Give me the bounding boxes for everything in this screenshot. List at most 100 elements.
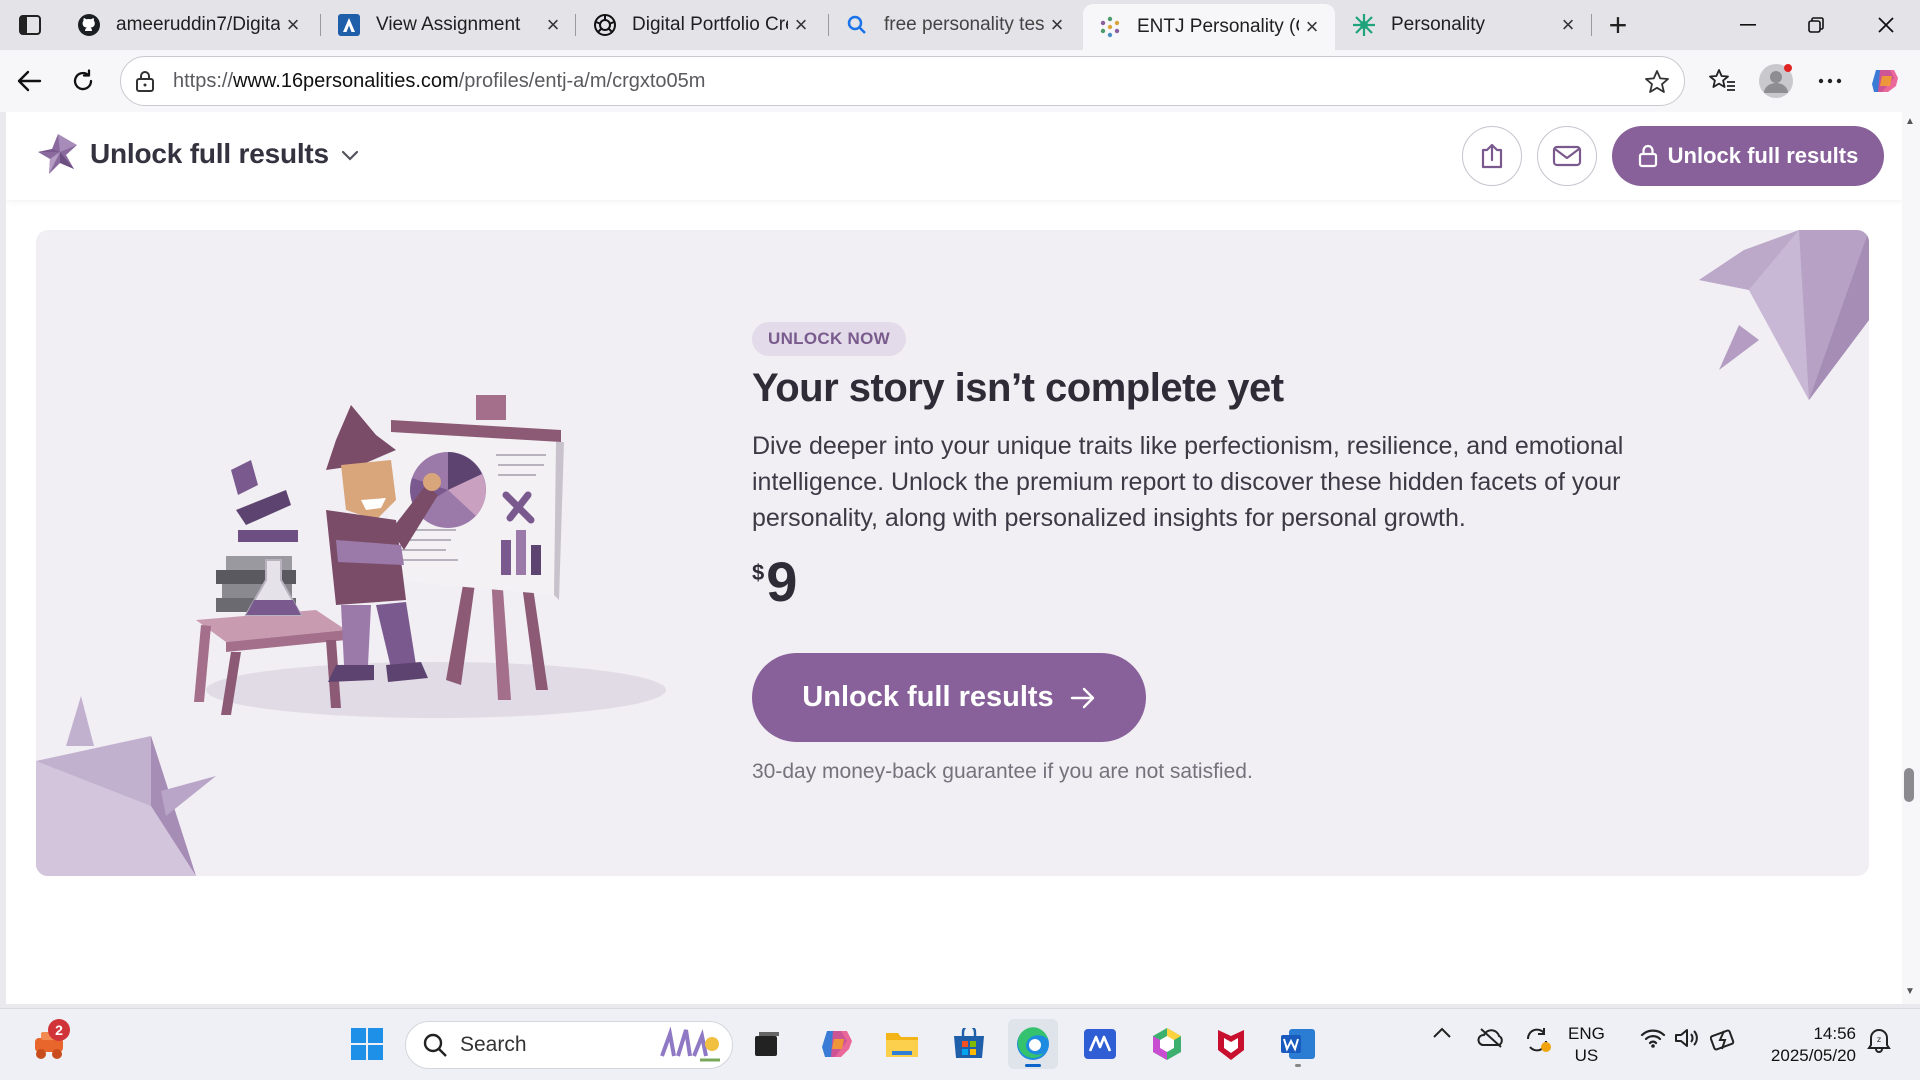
brand-dropdown[interactable]: Unlock full results: [36, 132, 359, 176]
lock-icon: [1638, 144, 1657, 168]
close-icon[interactable]: ×: [280, 12, 306, 38]
share-button[interactable]: [1462, 126, 1522, 186]
brand-label: Unlock full results: [90, 138, 329, 169]
close-window-button[interactable]: [1856, 4, 1916, 46]
tab-view-assignment[interactable]: View Assignment ×: [322, 6, 576, 44]
tab-strip: ameeruddin7/Digital × View Assignment × …: [0, 0, 1920, 50]
chevron-down-icon: [341, 150, 359, 161]
copilot-icon[interactable]: [1866, 62, 1904, 100]
lock-icon[interactable]: [135, 70, 159, 92]
search-placeholder: Search: [460, 1033, 527, 1056]
sync-warning-icon[interactable]: [1524, 1027, 1552, 1053]
start-button[interactable]: [342, 1019, 392, 1069]
tab-entj-personality[interactable]: ENTJ Personality (Co ×: [1083, 4, 1335, 50]
azure-data-studio-icon[interactable]: [1142, 1019, 1192, 1069]
url-text: https://www.16personalities.com/profiles…: [173, 69, 706, 92]
browser-toolbar: https://www.16personalities.com/profiles…: [0, 50, 1920, 112]
tab-chatgpt[interactable]: Digital Portfolio Crea ×: [578, 6, 824, 44]
share-icon: [1481, 143, 1503, 169]
system-clock[interactable]: 14:56 2025/05/20: [1752, 1023, 1856, 1067]
promo-headline: Your story isn’t complete yet: [752, 366, 1284, 410]
active-app-indicator: [1025, 1064, 1041, 1067]
site-header: Unlock full results Unlock full results: [6, 112, 1902, 200]
language-code: ENG: [1568, 1024, 1605, 1043]
tab-separator: [320, 14, 321, 36]
tab-personality[interactable]: Personality ×: [1337, 6, 1591, 44]
close-icon[interactable]: ×: [540, 12, 566, 38]
task-view-icon[interactable]: [742, 1019, 792, 1069]
arrow-right-icon: [1070, 687, 1094, 708]
input-language-indicator[interactable]: ENG US: [1568, 1023, 1605, 1067]
copilot-app-icon[interactable]: [812, 1019, 862, 1069]
more-options-icon[interactable]: [1811, 62, 1849, 100]
tab-title: Personality: [1391, 14, 1485, 35]
reload-button[interactable]: [62, 60, 104, 102]
wifi-icon[interactable]: [1640, 1027, 1666, 1049]
close-icon[interactable]: ×: [1044, 12, 1070, 38]
tab-separator: [1591, 14, 1592, 36]
file-explorer-icon[interactable]: [877, 1019, 927, 1069]
profile-avatar[interactable]: [1757, 62, 1795, 100]
unlock-button-label: Unlock full results: [1667, 143, 1859, 168]
microsoft-whiteboard-icon[interactable]: [1075, 1019, 1125, 1069]
new-tab-button[interactable]: +: [1598, 7, 1638, 43]
close-icon[interactable]: ×: [788, 12, 814, 38]
promo-description: Dive deeper into your unique traits like…: [752, 432, 1624, 532]
edge-browser-icon[interactable]: [1008, 1019, 1058, 1069]
unlock-full-results-cta[interactable]: Unlock full results: [752, 653, 1146, 742]
mail-icon: [1552, 145, 1582, 167]
16personalities-icon: [1097, 14, 1123, 40]
microsoft-store-icon[interactable]: [944, 1019, 994, 1069]
onedrive-offline-icon[interactable]: [1477, 1027, 1505, 1049]
minimize-button[interactable]: [1718, 4, 1778, 46]
show-hidden-icons-chevron-icon[interactable]: [1432, 1027, 1452, 1039]
volume-icon[interactable]: [1674, 1027, 1700, 1049]
search-highlight-image: [660, 1026, 720, 1062]
close-icon[interactable]: ×: [1299, 14, 1325, 40]
unlock-promo-card: UNLOCK NOW Your story isn’t complete yet…: [36, 230, 1869, 876]
email-button[interactable]: [1537, 126, 1597, 186]
price-currency: $: [752, 560, 765, 585]
cta-label: Unlock full results: [802, 681, 1054, 713]
close-icon[interactable]: ×: [1555, 12, 1581, 38]
mcafee-icon[interactable]: [1206, 1019, 1256, 1069]
back-button[interactable]: [8, 60, 50, 102]
scrollbar-thumb[interactable]: [1904, 768, 1914, 802]
clock-time: 14:56: [1813, 1024, 1856, 1043]
notification-center-icon[interactable]: z: [1866, 1027, 1892, 1053]
unlock-full-results-button[interactable]: Unlock full results: [1612, 126, 1884, 186]
microsoft-word-icon[interactable]: [1273, 1019, 1323, 1069]
address-bar[interactable]: https://www.16personalities.com/profiles…: [120, 56, 1685, 106]
favorites-icon[interactable]: [1703, 62, 1741, 100]
tab-title: View Assignment: [376, 14, 521, 35]
taskbar-search[interactable]: Search: [405, 1021, 733, 1069]
scroll-up-arrow-icon[interactable]: ▲: [1901, 114, 1919, 128]
github-icon: [76, 12, 102, 38]
web-page: Unlock full results Unlock full results: [6, 112, 1902, 1004]
taskbar: 2 Search ENG US 14:56 2025/05/20 z: [0, 1008, 1920, 1080]
svg-text:z: z: [1877, 1035, 1881, 1044]
illustration-presenter-with-chart: [194, 395, 666, 718]
tab-search[interactable]: free personality test ×: [830, 6, 1080, 44]
favorite-star-icon[interactable]: [1644, 69, 1670, 100]
tab-separator: [828, 14, 829, 36]
search-icon: [423, 1033, 447, 1057]
battery-charging-icon[interactable]: [1710, 1027, 1738, 1051]
price-amount: 9: [766, 550, 798, 613]
unlock-now-badge: UNLOCK NOW: [752, 322, 906, 356]
personality-icon: [1351, 12, 1377, 38]
restore-button[interactable]: [1786, 4, 1846, 46]
decorative-star-shape: [1699, 230, 1869, 400]
scrollbar[interactable]: [1902, 112, 1920, 1004]
tab-actions-icon[interactable]: [10, 8, 50, 42]
assignment-icon: [336, 12, 362, 38]
tab-title: ENTJ Personality (Co: [1137, 16, 1299, 37]
tab-github[interactable]: ameeruddin7/Digital ×: [62, 6, 316, 44]
price: $ 9: [752, 552, 797, 612]
scroll-down-arrow-icon[interactable]: ▼: [1901, 984, 1919, 998]
notification-count-badge: 2: [48, 1019, 70, 1041]
guarantee-note: 30-day money-back guarantee if you are n…: [752, 760, 1253, 783]
logo-star-icon: [38, 134, 77, 174]
clock-date: 2025/05/20: [1770, 1046, 1856, 1065]
region-code: US: [1574, 1046, 1599, 1065]
